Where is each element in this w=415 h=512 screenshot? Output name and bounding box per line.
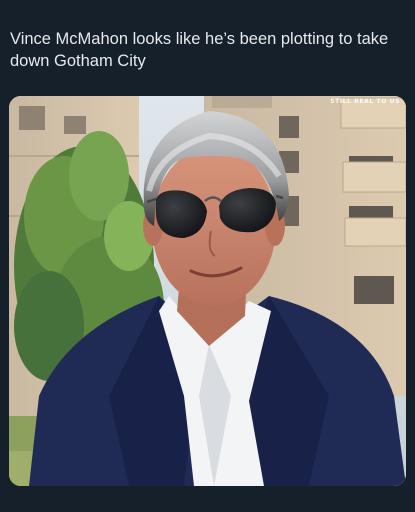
post-image[interactable]: STILL REAL TO US [9, 96, 406, 486]
balcony [344, 217, 406, 247]
post-text: Vince McMahon looks like he’s been plott… [10, 30, 389, 70]
photo-illustration [9, 96, 406, 486]
watermark-text: STILL REAL TO US [330, 98, 400, 105]
balcony [342, 161, 406, 193]
